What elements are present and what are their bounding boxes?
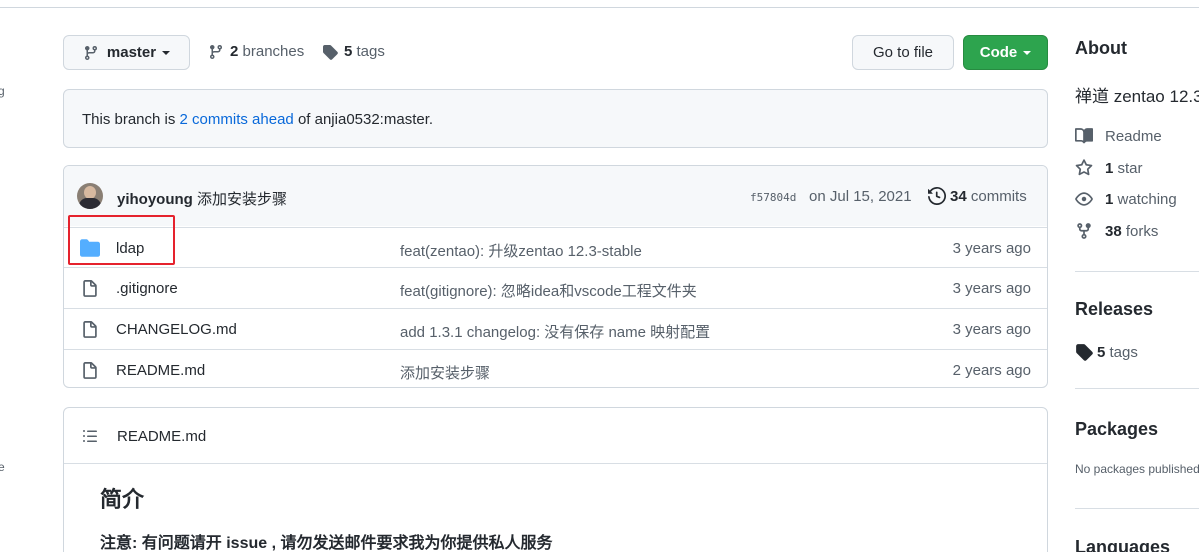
commits-count: 34 (950, 187, 967, 205)
tags-count: 5 (344, 43, 353, 60)
tag-icon (323, 44, 338, 60)
packages-title[interactable]: Packages (1075, 419, 1158, 440)
packages-empty-text: No packages published (1075, 462, 1199, 476)
top-border (0, 0, 1199, 8)
branches-label: branches (242, 43, 305, 60)
file-name[interactable]: .gitignore (116, 280, 178, 297)
file-row[interactable]: README.md 添加安装步骤 2 years ago (64, 349, 1047, 387)
about-description: 禅道 zentao 12.3 (1075, 87, 1199, 106)
commits-label: commits (970, 187, 1027, 205)
file-table: yihoyoung 添加安装步骤 f57804d on Jul 15, 2021… (63, 165, 1048, 388)
readme-note: 注意: 有问题请开 issue , 请勿发送邮件要求我为你提供私人服务 (100, 535, 553, 552)
file-icon (83, 280, 97, 297)
releases-tags-link[interactable]: 5 tags (1075, 343, 1138, 361)
releases-title[interactable]: Releases (1075, 299, 1153, 320)
file-row[interactable]: CHANGELOG.md add 1.3.1 changelog: 没有保存 n… (64, 308, 1047, 349)
branch-selector-button[interactable]: master (63, 35, 190, 70)
banner-prefix: This branch is (82, 111, 180, 128)
file-name[interactable]: README.md (116, 362, 205, 379)
divider (1075, 508, 1199, 509)
go-to-file-button[interactable]: Go to file (852, 35, 954, 70)
commit-date: on Jul 15, 2021 (809, 188, 912, 205)
file-commit-message[interactable]: add 1.3.1 changelog: 没有保存 name 映射配置 (400, 321, 710, 342)
watching-count: 1 (1105, 190, 1114, 208)
forks-count: 38 (1105, 222, 1122, 240)
sidebar: About 禅道 zentao 12.3 Readme 1 star 1 wat… (1075, 38, 1199, 552)
file-age: 2 years ago (952, 362, 1031, 379)
chevron-down-icon (162, 50, 171, 55)
left-edge-clipped: g e (0, 8, 5, 552)
forks-link[interactable]: 38 forks (1075, 222, 1158, 240)
tags-label: tags (356, 43, 385, 60)
commits-history-link[interactable]: 34 commits (928, 187, 1027, 205)
eye-icon (1075, 192, 1093, 206)
chevron-down-icon (1023, 50, 1032, 55)
forks-label: forks (1125, 222, 1159, 240)
fork-icon (1077, 223, 1091, 239)
branch-name: master (106, 44, 157, 61)
file-icon (83, 362, 97, 379)
file-row[interactable]: .gitignore feat(gitignore): 忽略idea和vscod… (64, 267, 1047, 308)
stars-count: 1 (1105, 159, 1114, 177)
banner-suffix: of anjia0532:master. (293, 111, 434, 128)
commit-author[interactable]: yihoyoung (117, 191, 193, 208)
commit-message[interactable]: 添加安装步骤 (197, 191, 287, 208)
branch-icon (209, 44, 222, 59)
readme-filename: README.md (117, 428, 207, 445)
divider (1075, 271, 1199, 272)
file-icon (83, 321, 97, 338)
file-name[interactable]: CHANGELOG.md (116, 321, 237, 338)
code-button-label: Code (979, 44, 1018, 61)
stars-label: star (1117, 159, 1143, 177)
avatar[interactable] (77, 183, 103, 209)
clipped-text: e (0, 460, 5, 474)
file-commit-message[interactable]: 添加安装步骤 (400, 362, 490, 383)
readme-heading: 简介 (100, 487, 145, 512)
file-commit-message[interactable]: feat(gitignore): 忽略idea和vscode工程文件夹 (400, 280, 697, 301)
tags-link[interactable]: 5 tags (322, 43, 385, 60)
file-age: 3 years ago (952, 280, 1031, 297)
readme-link[interactable]: Readme (1075, 127, 1162, 145)
readme-header: README.md (64, 408, 1047, 464)
tag-icon (1076, 344, 1093, 361)
watchers-link[interactable]: 1 watching (1075, 190, 1177, 208)
stars-link[interactable]: 1 star (1075, 159, 1143, 177)
readme-link-label: Readme (1105, 127, 1162, 145)
divider (1075, 388, 1199, 389)
languages-title: Languages (1075, 537, 1171, 552)
star-icon (1075, 159, 1093, 176)
commits-ahead-link[interactable]: 2 commits ahead (180, 111, 294, 128)
file-commit-message[interactable]: feat(zentao): 升级zentao 12.3-stable (400, 240, 642, 261)
list-icon[interactable] (82, 428, 98, 444)
highlight-box (68, 215, 175, 265)
book-icon (1075, 128, 1093, 144)
branches-link[interactable]: 2 branches (208, 43, 304, 60)
branches-count: 2 (230, 43, 239, 60)
watching-label: watching (1117, 190, 1177, 208)
file-age: 3 years ago (952, 321, 1031, 338)
readme-box: README.md 简介 注意: 有问题请开 issue , 请勿发送邮件要求我… (63, 407, 1048, 552)
code-button[interactable]: Code (963, 35, 1048, 70)
history-icon (928, 187, 946, 205)
releases-tags-count: 5 (1097, 343, 1106, 361)
clipped-text: g (0, 84, 5, 98)
file-row[interactable]: ldap feat(zentao): 升级zentao 12.3-stable … (64, 227, 1047, 268)
file-age: 3 years ago (952, 240, 1031, 257)
commit-sha[interactable]: f57804d (750, 191, 796, 204)
about-title: About (1075, 38, 1127, 58)
releases-tags-label: tags (1109, 343, 1138, 361)
branch-status-banner: This branch is 2 commits ahead of anjia0… (63, 89, 1048, 148)
latest-commit-bar: yihoyoung 添加安装步骤 f57804d on Jul 15, 2021… (64, 166, 1047, 226)
branch-icon (84, 45, 97, 60)
